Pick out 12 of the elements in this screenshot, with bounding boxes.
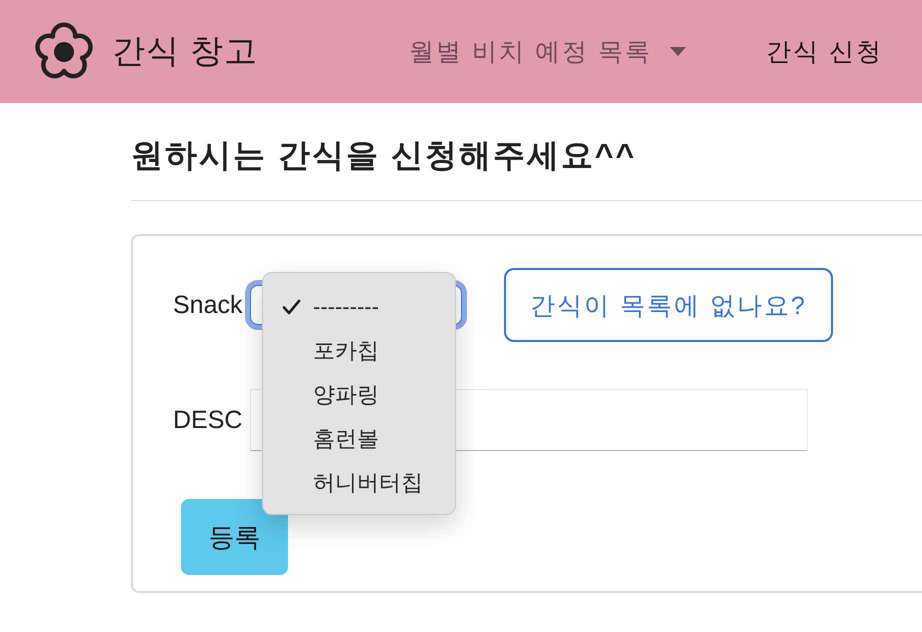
menu-option[interactable]: 포카칩 (263, 329, 455, 373)
brand-title[interactable]: 간식 창고 (112, 29, 258, 74)
field-label: DESC (173, 406, 242, 434)
caret-icon (670, 47, 686, 56)
missing-snack-button[interactable]: 간식이 목록에 없나요? (504, 268, 833, 342)
page-heading: 원하시는 간식을 신청해주세요^^ (131, 136, 636, 174)
menu-option[interactable]: 홈런볼 (263, 417, 455, 461)
submit-button[interactable]: 등록 (181, 499, 288, 575)
menu-option[interactable]: 양파링 (263, 373, 455, 417)
nav-link[interactable]: 간식 신청 (766, 35, 883, 68)
menu-option[interactable]: --------- (263, 285, 455, 329)
field-label: Snack (173, 290, 242, 318)
